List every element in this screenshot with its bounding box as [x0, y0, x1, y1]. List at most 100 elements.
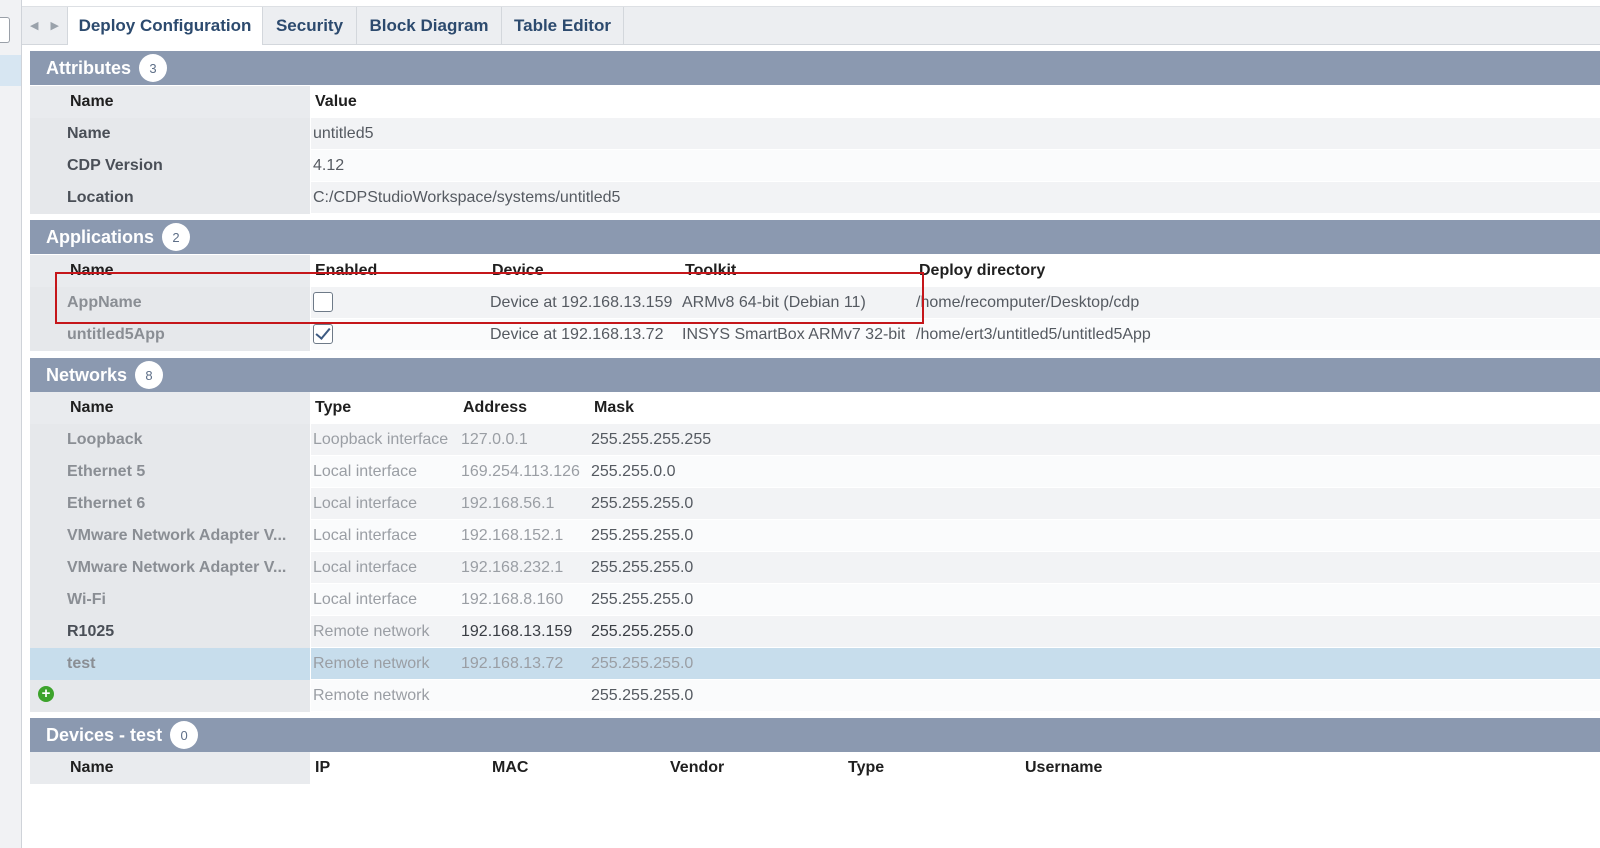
- column-header-vendor[interactable]: Vendor: [670, 752, 724, 784]
- column-header-name[interactable]: Name: [70, 86, 114, 118]
- network-mask[interactable]: 255.255.255.0: [591, 648, 693, 680]
- column-header-deploy-directory[interactable]: Deploy directory: [919, 255, 1045, 287]
- networks-section-header[interactable]: Networks 8: [30, 358, 1600, 392]
- attributes-section-header[interactable]: Attributes 3: [30, 51, 1600, 85]
- network-type[interactable]: Local interface: [313, 520, 417, 552]
- network-address[interactable]: 192.168.232.1: [461, 552, 563, 584]
- tab-security[interactable]: Security: [263, 7, 357, 44]
- enabled-checkbox[interactable]: [313, 292, 333, 312]
- table-row[interactable]: CDP Version 4.12: [30, 150, 1600, 182]
- table-row-selected[interactable]: test Remote network 192.168.13.72 255.25…: [30, 648, 1600, 680]
- table-row[interactable]: Location C:/CDPStudioWorkspace/systems/u…: [30, 182, 1600, 214]
- network-type[interactable]: Local interface: [313, 488, 417, 520]
- network-mask[interactable]: 255.255.255.255: [591, 424, 711, 456]
- add-circle-icon[interactable]: +: [38, 686, 54, 702]
- table-row[interactable]: R1025 Remote network 192.168.13.159 255.…: [30, 616, 1600, 648]
- table-row[interactable]: VMware Network Adapter V... Local interf…: [30, 552, 1600, 584]
- application-deploy-directory[interactable]: /home/ert3/untitled5/untitled5App: [916, 319, 1151, 351]
- application-name: AppName: [67, 294, 142, 311]
- column-header-mask[interactable]: Mask: [594, 392, 634, 424]
- attribute-value[interactable]: C:/CDPStudioWorkspace/systems/untitled5: [313, 182, 620, 214]
- chevron-right-icon[interactable]: ▶: [51, 19, 59, 32]
- table-row[interactable]: Ethernet 5 Local interface 169.254.113.1…: [30, 456, 1600, 488]
- table-row[interactable]: Ethernet 6 Local interface 192.168.56.1 …: [30, 488, 1600, 520]
- column-header-enabled[interactable]: Enabled: [315, 255, 377, 287]
- network-mask[interactable]: 255.255.255.0: [591, 488, 693, 520]
- table-row[interactable]: Wi-Fi Local interface 192.168.8.160 255.…: [30, 584, 1600, 616]
- left-panel-input[interactable]: [0, 17, 10, 43]
- network-mask[interactable]: 255.255.255.0: [591, 584, 693, 616]
- column-header-address[interactable]: Address: [463, 392, 527, 424]
- table-row[interactable]: untitled5App Device at 192.168.13.72 INS…: [30, 319, 1600, 351]
- network-type[interactable]: Loopback interface: [313, 424, 448, 456]
- tab-table-editor[interactable]: Table Editor: [502, 7, 624, 44]
- network-address[interactable]: 192.168.152.1: [461, 520, 563, 552]
- network-name: Ethernet 6: [67, 495, 146, 512]
- application-toolkit[interactable]: ARMv8 64-bit (Debian 11): [682, 287, 866, 319]
- network-address[interactable]: 192.168.13.159: [461, 616, 572, 648]
- application-device[interactable]: Device at 192.168.13.72: [490, 319, 663, 351]
- left-panel: [0, 0, 22, 848]
- network-type[interactable]: Remote network: [313, 648, 430, 680]
- network-name: VMware Network Adapter V...: [67, 527, 287, 544]
- tab-deploy-configuration[interactable]: Deploy Configuration: [67, 7, 263, 45]
- column-header-name[interactable]: Name: [70, 255, 114, 287]
- table-row[interactable]: Loopback Loopback interface 127.0.0.1 25…: [30, 424, 1600, 456]
- column-header-device[interactable]: Device: [492, 255, 544, 287]
- application-device[interactable]: Device at 192.168.13.159: [490, 287, 672, 319]
- network-name: R1025: [67, 623, 115, 640]
- column-header-name[interactable]: Name: [70, 752, 114, 784]
- column-header-type[interactable]: Type: [315, 392, 351, 424]
- network-mask[interactable]: 255.255.255.0: [591, 520, 693, 552]
- enabled-checkbox[interactable]: [313, 324, 333, 344]
- network-type[interactable]: Local interface: [313, 456, 417, 488]
- column-header-value[interactable]: Value: [315, 86, 357, 118]
- network-mask[interactable]: 255.255.255.0: [591, 552, 693, 584]
- tab-block-diagram[interactable]: Block Diagram: [357, 7, 502, 44]
- table-header-row: Name IP MAC Vendor Type Username: [30, 752, 1600, 784]
- network-address[interactable]: 192.168.56.1: [461, 488, 554, 520]
- network-type[interactable]: Local interface: [313, 584, 417, 616]
- column-header-username[interactable]: Username: [1025, 752, 1102, 784]
- table-header-row: Name Type Address Mask: [30, 392, 1600, 424]
- section-title: Attributes: [46, 57, 131, 78]
- table-header-row: Name Enabled Device Toolkit Deploy direc…: [30, 255, 1600, 287]
- section-title: Devices - test: [46, 724, 163, 745]
- table-row[interactable]: Name untitled5: [30, 118, 1600, 150]
- network-type[interactable]: Local interface: [313, 552, 417, 584]
- new-network-row[interactable]: Remote network 255.255.255.0: [30, 680, 1600, 712]
- network-name: Loopback: [67, 431, 143, 448]
- network-mask[interactable]: 255.255.0.0: [591, 456, 676, 488]
- applications-section-header[interactable]: Applications 2: [30, 220, 1600, 254]
- network-mask[interactable]: 255.255.255.0: [591, 616, 693, 648]
- network-name: VMware Network Adapter V...: [67, 559, 287, 576]
- column-header-mac[interactable]: MAC: [492, 752, 528, 784]
- attribute-name: Name: [67, 125, 111, 142]
- column-header-toolkit[interactable]: Toolkit: [685, 255, 736, 287]
- network-name: test: [67, 655, 96, 672]
- section-title: Applications: [46, 226, 155, 247]
- table-row[interactable]: AppName Device at 192.168.13.159 ARMv8 6…: [30, 287, 1600, 319]
- chevron-left-icon[interactable]: ◀: [30, 19, 38, 32]
- application-toolkit[interactable]: INSYS SmartBox ARMv7 32-bit: [682, 319, 905, 351]
- left-panel-selected-item[interactable]: [0, 55, 21, 86]
- attribute-value[interactable]: untitled5: [313, 118, 374, 150]
- count-badge: 8: [135, 361, 164, 389]
- attribute-value[interactable]: 4.12: [313, 150, 344, 182]
- network-type[interactable]: Remote network: [313, 616, 430, 648]
- network-mask[interactable]: 255.255.255.0: [591, 680, 693, 712]
- tab-scroll-arrows: ◀ ▶: [22, 7, 67, 44]
- table-row[interactable]: VMware Network Adapter V... Local interf…: [30, 520, 1600, 552]
- network-address[interactable]: 192.168.8.160: [461, 584, 563, 616]
- column-header-ip[interactable]: IP: [315, 752, 330, 784]
- network-address[interactable]: 169.254.113.126: [461, 456, 580, 488]
- application-name: untitled5App: [67, 326, 165, 343]
- network-type[interactable]: Remote network: [313, 680, 430, 712]
- attribute-name: Location: [67, 189, 134, 206]
- devices-section-header[interactable]: Devices - test 0: [30, 718, 1600, 752]
- column-header-name[interactable]: Name: [70, 392, 114, 424]
- application-deploy-directory[interactable]: /home/recomputer/Desktop/cdp: [916, 287, 1139, 319]
- network-address[interactable]: 127.0.0.1: [461, 424, 528, 456]
- column-header-type[interactable]: Type: [848, 752, 884, 784]
- network-address[interactable]: 192.168.13.72: [461, 648, 563, 680]
